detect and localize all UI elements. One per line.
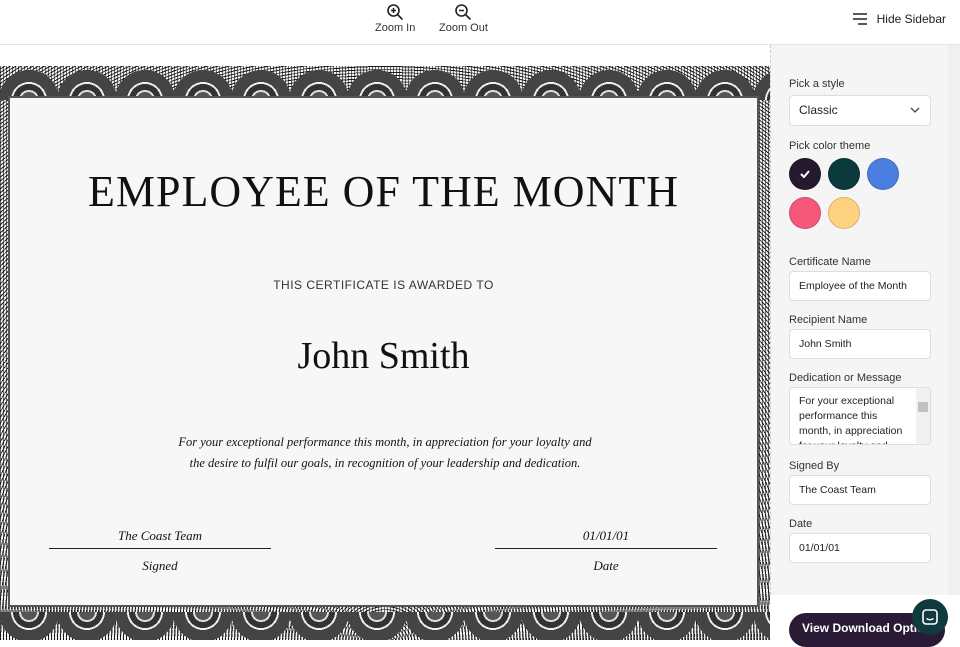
toolbar: Zoom In Zoom Out Hide Sidebar [0,0,960,45]
certificate-canvas: EMPLOYEE OF THE MONTH THIS CERTIFICATE I… [0,45,770,640]
border-ornament [0,612,770,640]
message-label: Dedication or Message [789,372,902,384]
zoom-out-button[interactable]: Zoom Out [439,3,488,34]
signature-block: The Coast Team Signed [49,528,271,574]
cert-name-input[interactable]: Employee of the Month [789,271,931,301]
zoom-in-icon [387,4,404,21]
signed-by-label: Signed By [789,460,840,472]
certificate-title: EMPLOYEE OF THE MONTH [88,167,679,216]
message-textarea[interactable]: For your exceptional performance this mo… [789,387,931,445]
recipient-label: Recipient Name [789,314,868,326]
chat-icon [922,609,938,625]
chat-button[interactable] [912,599,948,635]
signed-by-input[interactable]: The Coast Team [789,475,931,505]
recipient-input[interactable]: John Smith [789,329,931,359]
date-input[interactable]: 01/01/01 [789,533,931,563]
date-label: Date [789,518,813,530]
signed-label: Signed [142,558,178,573]
chevron-down-icon [910,107,920,113]
color-theme-label: Pick color theme [789,140,871,152]
color-swatch-dark-purple[interactable] [789,158,821,190]
zoom-in-button[interactable]: Zoom In [375,3,415,34]
color-swatch-blue[interactable] [867,158,899,190]
date-label: Date [593,558,619,573]
check-icon [800,170,810,178]
zoom-out-icon [455,4,472,21]
sidebar-footer: View Download Options [770,595,960,647]
signed-value: The Coast Team [49,528,271,549]
style-select[interactable]: Classic [789,95,931,126]
sidebar: Pick a style Classic Pick color theme Ce… [770,45,948,595]
awarded-text: THIS CERTIFICATE IS AWARDED TO [273,278,494,292]
style-label: Pick a style [789,78,845,90]
textarea-scrollbar[interactable] [916,388,930,444]
hide-sidebar-button[interactable]: Hide Sidebar [852,12,946,26]
border-ornament [0,66,770,100]
certificate: EMPLOYEE OF THE MONTH THIS CERTIFICATE I… [8,96,759,607]
menu-icon [852,13,867,25]
cert-name-label: Certificate Name [789,256,871,268]
date-block: 01/01/01 Date [495,528,717,574]
recipient-name: John Smith [297,335,470,377]
dedication-message: For your exceptional performance this mo… [178,435,592,470]
color-swatch-dark-teal[interactable] [828,158,860,190]
date-value: 01/01/01 [495,528,717,549]
color-swatch-pink[interactable] [789,197,821,229]
color-swatch-yellow[interactable] [828,197,860,229]
sidebar-scrollbar[interactable] [948,45,960,595]
